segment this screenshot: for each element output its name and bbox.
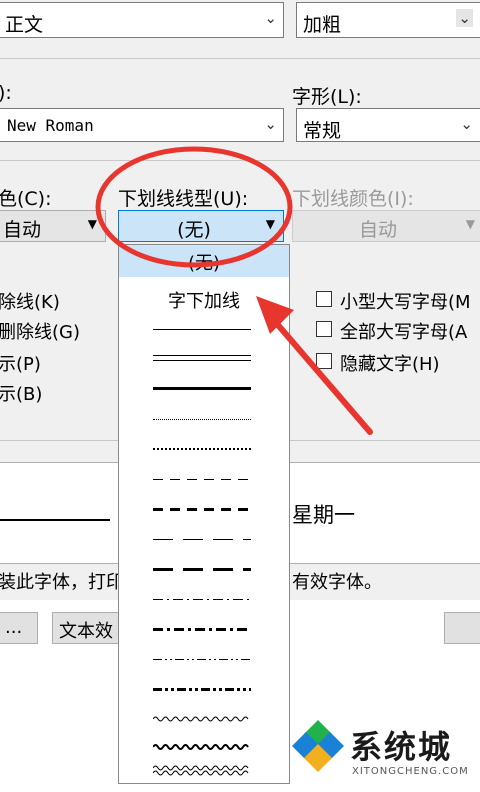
annotation-ellipse <box>95 146 293 268</box>
watermark: 系统城 XITONGCHENG.COM <box>288 716 480 792</box>
brand-site: XITONGCHENG.COM <box>352 766 469 777</box>
annotation-arrow-head <box>256 296 294 334</box>
brand-logo-icon <box>292 720 344 772</box>
brand-name: 系统城 <box>350 728 453 766</box>
annotation-arrow-line <box>269 315 373 435</box>
annotation-overlay <box>95 146 373 435</box>
